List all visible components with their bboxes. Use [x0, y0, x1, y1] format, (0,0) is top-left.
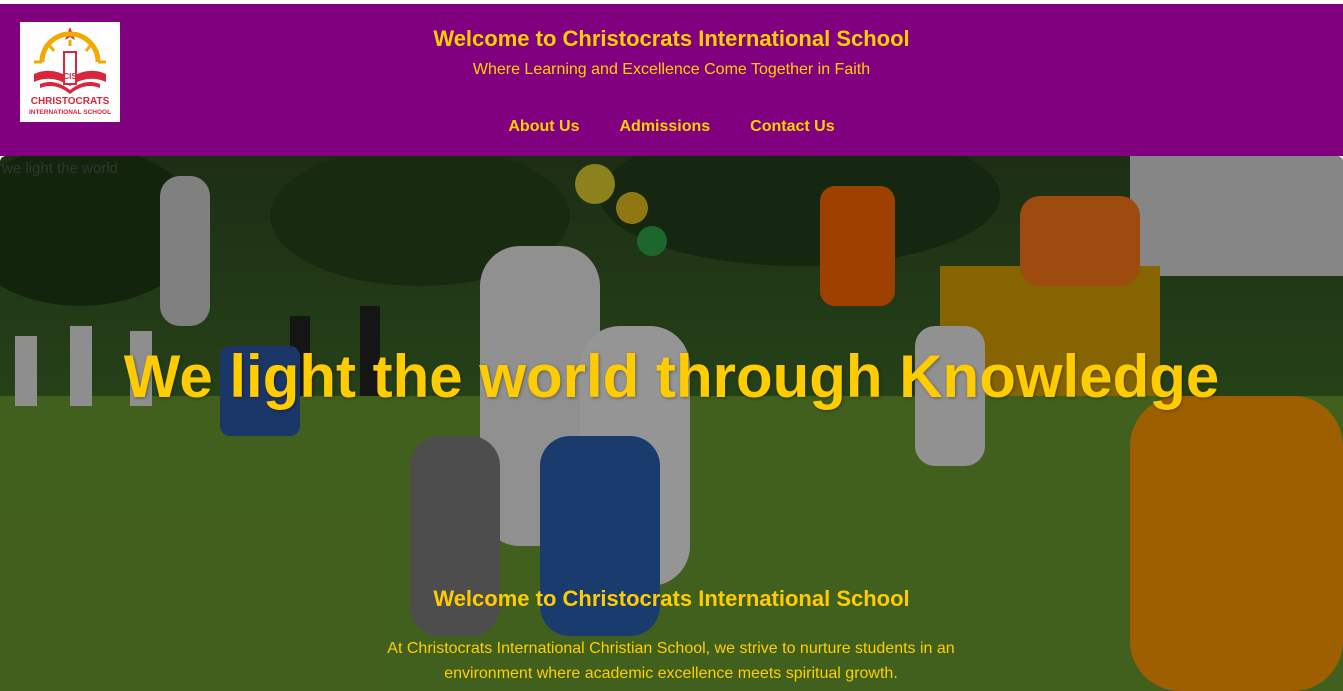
hero-headline: We light the world through Knowledge	[123, 343, 1220, 410]
nav-about-us-link[interactable]: About Us	[508, 118, 579, 136]
site-header: CIS CHRISTOCRATS INTERNATIONAL SCHOOL We…	[0, 4, 1343, 156]
svg-text:INTERNATIONAL SCHOOL: INTERNATIONAL SCHOOL	[29, 109, 111, 116]
svg-text:CHRISTOCRATS: CHRISTOCRATS	[31, 96, 110, 107]
welcome-title: Welcome to Christocrats International Sc…	[433, 586, 910, 611]
welcome-text: At Christocrats International Christian …	[387, 640, 955, 682]
hero-section: we light the world We light the world th…	[0, 156, 1343, 691]
hero-image-alt-text: we light the world	[2, 160, 118, 177]
site-tagline: Where Learning and Excellence Come Toget…	[472, 61, 871, 78]
nav-contact-us-link[interactable]: Contact Us	[750, 118, 834, 136]
nav-admissions-link[interactable]: Admissions	[619, 118, 710, 136]
main-nav: About Us Admissions Contact Us	[0, 118, 1343, 136]
site-title: Welcome to Christocrats International Sc…	[433, 26, 910, 51]
